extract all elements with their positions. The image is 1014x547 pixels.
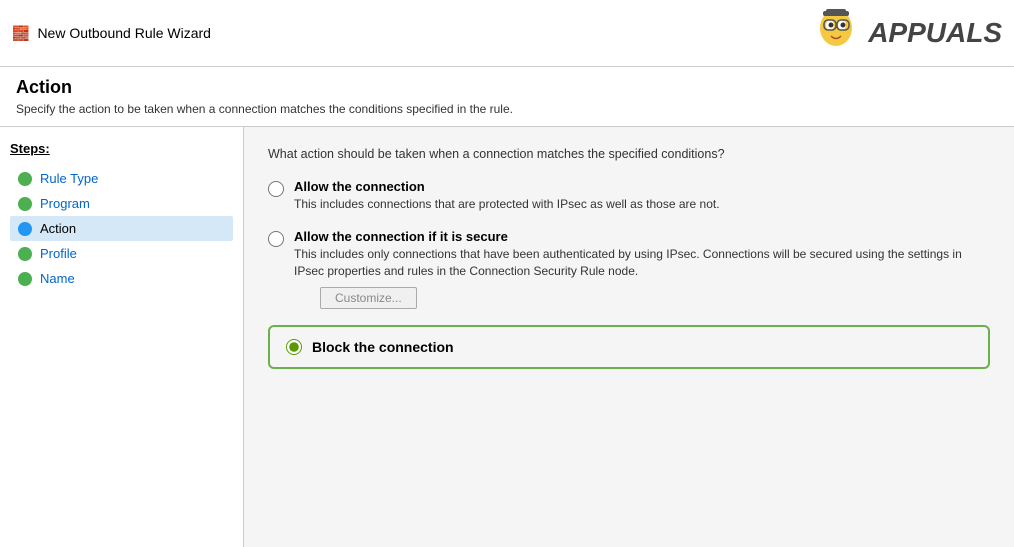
sidebar-item-rule-type[interactable]: Rule Type bbox=[10, 166, 233, 191]
sidebar-dot-name bbox=[18, 272, 32, 286]
sidebar-label-program: Program bbox=[40, 196, 90, 211]
radio-allow-secure[interactable] bbox=[268, 231, 284, 247]
option-allow-content: Allow the connection This includes conne… bbox=[294, 179, 720, 213]
window-title: New Outbound Rule Wizard bbox=[37, 25, 211, 41]
page-description: Specify the action to be taken when a co… bbox=[16, 102, 998, 116]
radio-block[interactable] bbox=[286, 339, 302, 355]
option-allow-secure-content: Allow the connection if it is secure Thi… bbox=[294, 229, 990, 310]
appuals-text: APPUALS bbox=[868, 17, 1002, 49]
option-allow: Allow the connection This includes conne… bbox=[268, 179, 990, 213]
question-text: What action should be taken when a conne… bbox=[268, 147, 990, 161]
page-title: Action bbox=[16, 77, 998, 98]
allow-secure-label[interactable]: Allow the connection if it is secure bbox=[294, 229, 990, 244]
sidebar-label-action: Action bbox=[40, 221, 76, 236]
sidebar-item-profile[interactable]: Profile bbox=[10, 241, 233, 266]
appuals-mascot-icon bbox=[809, 8, 864, 58]
allow-description: This includes connections that are prote… bbox=[294, 197, 720, 211]
right-panel: What action should be taken when a conne… bbox=[244, 127, 1014, 547]
sidebar-dot-program bbox=[18, 197, 32, 211]
sidebar-steps-label: Steps: bbox=[10, 141, 233, 156]
main-content: Steps: Rule Type Program Action Profile … bbox=[0, 127, 1014, 547]
sidebar-dot-profile bbox=[18, 247, 32, 261]
page-header: Action Specify the action to be taken wh… bbox=[0, 67, 1014, 127]
sidebar-label-name: Name bbox=[40, 271, 75, 286]
title-bar-left: 🧱 New Outbound Rule Wizard bbox=[12, 25, 211, 42]
sidebar: Steps: Rule Type Program Action Profile … bbox=[0, 127, 244, 547]
window-icon: 🧱 bbox=[12, 25, 29, 42]
sidebar-item-name[interactable]: Name bbox=[10, 266, 233, 291]
option-allow-secure: Allow the connection if it is secure Thi… bbox=[268, 229, 990, 310]
title-bar: 🧱 New Outbound Rule Wizard APPUALS bbox=[0, 0, 1014, 67]
allow-label[interactable]: Allow the connection bbox=[294, 179, 720, 194]
radio-allow[interactable] bbox=[268, 181, 284, 197]
sidebar-item-action[interactable]: Action bbox=[10, 216, 233, 241]
sidebar-item-program[interactable]: Program bbox=[10, 191, 233, 216]
allow-secure-description: This includes only connections that have… bbox=[294, 247, 962, 278]
sidebar-dot-action bbox=[18, 222, 32, 236]
sidebar-label-rule-type: Rule Type bbox=[40, 171, 98, 186]
sidebar-label-profile: Profile bbox=[40, 246, 77, 261]
option-block-wrapper: Block the connection bbox=[268, 325, 990, 369]
appuals-logo-area: APPUALS bbox=[809, 8, 1002, 58]
block-label[interactable]: Block the connection bbox=[312, 339, 454, 355]
customize-button[interactable]: Customize... bbox=[320, 287, 417, 309]
sidebar-dot-rule-type bbox=[18, 172, 32, 186]
